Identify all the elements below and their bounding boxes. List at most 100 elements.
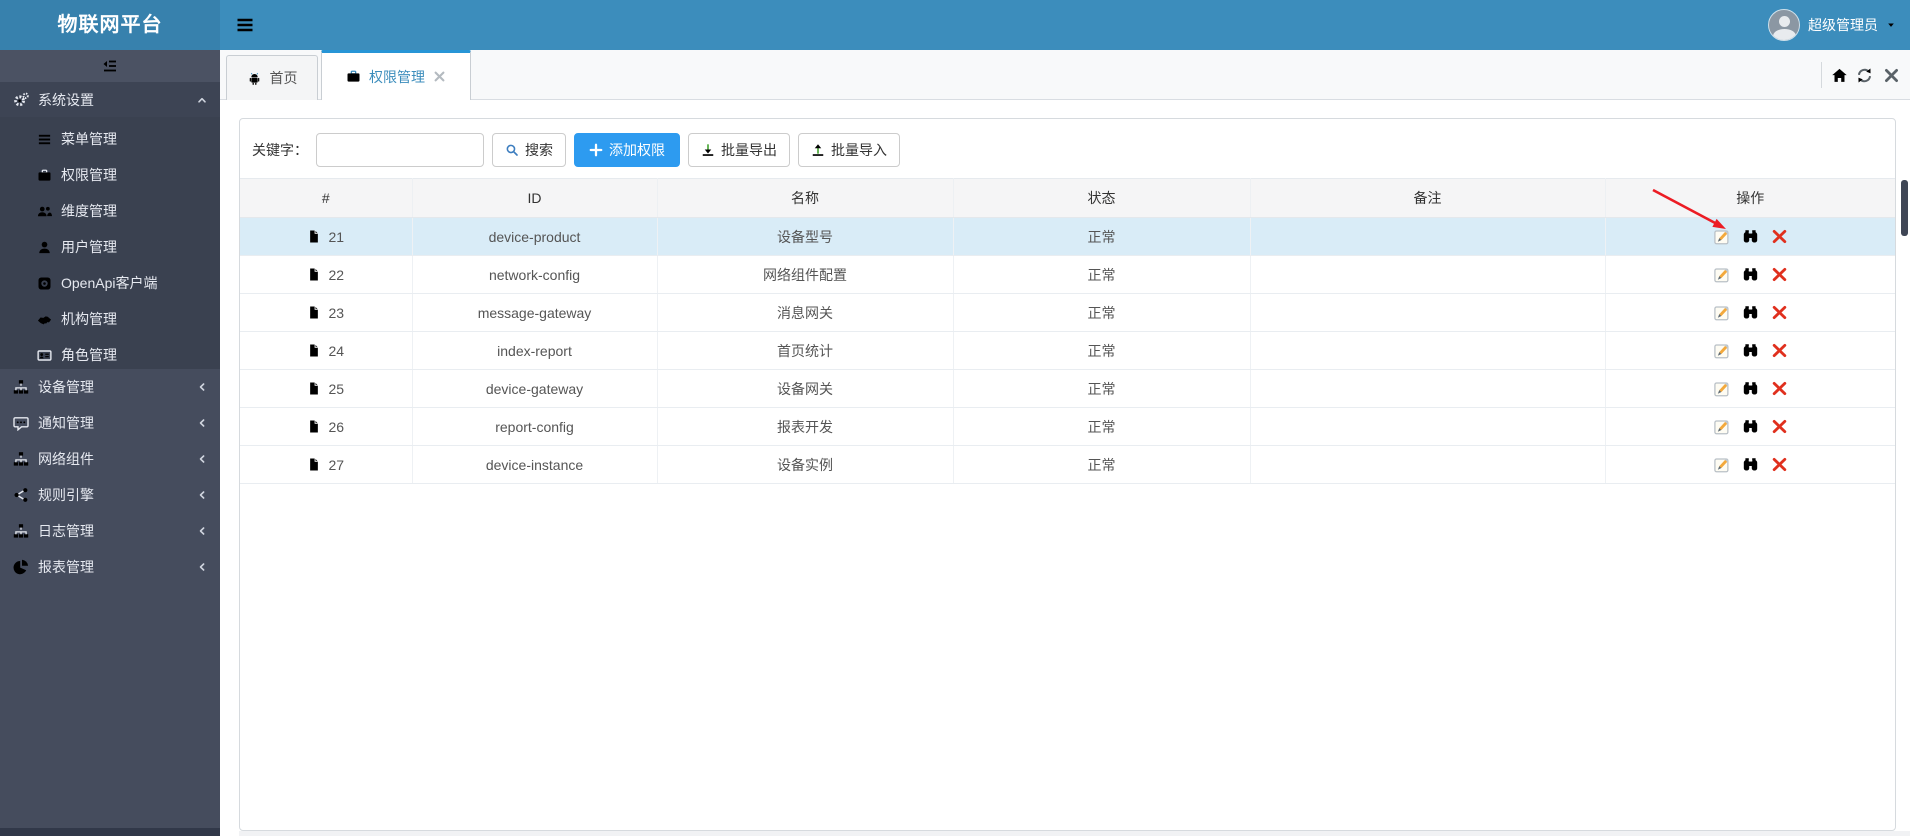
- edit-icon[interactable]: [1713, 418, 1730, 435]
- user-icon: [37, 240, 52, 255]
- list-icon: [37, 132, 52, 147]
- tab-close-icon[interactable]: [433, 70, 446, 83]
- row-id: message-gateway: [412, 293, 658, 332]
- batch-export-button[interactable]: 批量导出: [688, 133, 790, 167]
- row-name: 网络组件配置: [657, 255, 954, 294]
- sidebar-item-org-mgmt[interactable]: 机构管理: [0, 301, 220, 337]
- binoculars-icon[interactable]: [1742, 304, 1759, 321]
- keyword-input[interactable]: [316, 133, 484, 167]
- plus-icon: [589, 143, 603, 157]
- sidebar-item-notify-mgmt[interactable]: 通知管理: [0, 405, 220, 441]
- row-remark: [1250, 255, 1606, 294]
- delete-icon[interactable]: [1771, 380, 1788, 397]
- sidebar-item-menu-mgmt[interactable]: 菜单管理: [0, 121, 220, 157]
- row-num: 25: [328, 380, 345, 397]
- panel-bottom-strip: [239, 831, 1910, 836]
- id-card-icon: [37, 348, 52, 363]
- row-id: index-report: [412, 331, 658, 370]
- angle-left-icon: [196, 417, 208, 429]
- sidebar-item-rule-engine[interactable]: 规则引擎: [0, 477, 220, 513]
- sidebar-item-device-mgmt[interactable]: 设备管理: [0, 369, 220, 405]
- binoculars-icon[interactable]: [1742, 418, 1759, 435]
- binoculars-icon[interactable]: [1742, 380, 1759, 397]
- delete-icon[interactable]: [1771, 342, 1788, 359]
- row-id: device-product: [412, 217, 658, 256]
- edit-icon[interactable]: [1713, 228, 1730, 245]
- sidebar-item-user-mgmt[interactable]: 用户管理: [0, 229, 220, 265]
- table-row[interactable]: 23 message-gateway 消息网关 正常: [240, 293, 1895, 332]
- user-menu[interactable]: 超级管理员: [1768, 0, 1896, 50]
- sidebar-item-permission-mgmt[interactable]: 权限管理: [0, 157, 220, 193]
- sitemap-icon: [13, 523, 29, 539]
- binoculars-icon[interactable]: [1742, 456, 1759, 473]
- row-status: 正常: [953, 407, 1251, 446]
- binoculars-icon[interactable]: [1742, 228, 1759, 245]
- sidebar-item-label: 报表管理: [38, 559, 94, 575]
- col-header-name: 名称: [657, 178, 954, 218]
- users-icon: [37, 204, 52, 219]
- sidebar-item-role-mgmt[interactable]: 角色管理: [0, 337, 220, 373]
- delete-icon[interactable]: [1771, 418, 1788, 435]
- batch-import-button[interactable]: 批量导入: [798, 133, 900, 167]
- table-row[interactable]: 27 device-instance 设备实例 正常: [240, 445, 1895, 484]
- row-remark: [1250, 331, 1606, 370]
- indent-icon: [102, 58, 118, 74]
- row-name: 消息网关: [657, 293, 954, 332]
- edit-icon[interactable]: [1713, 266, 1730, 283]
- table-row[interactable]: 25 device-gateway 设备网关 正常: [240, 369, 1895, 408]
- tab-control-close[interactable]: [1883, 50, 1900, 100]
- sidebar-item-report-mgmt[interactable]: 报表管理: [0, 549, 220, 585]
- download-icon: [701, 143, 715, 157]
- row-id: report-config: [412, 407, 658, 446]
- edit-icon[interactable]: [1713, 380, 1730, 397]
- row-num: 24: [328, 342, 345, 359]
- top-navbar: 超级管理员: [220, 0, 1910, 50]
- row-remark: [1250, 445, 1606, 484]
- binoculars-icon[interactable]: [1742, 342, 1759, 359]
- sidebar-item-label: 日志管理: [38, 523, 94, 539]
- sidebar-collapse-toggle[interactable]: [0, 50, 220, 82]
- edit-icon[interactable]: [1713, 456, 1730, 473]
- search-button[interactable]: 搜索: [492, 133, 566, 167]
- row-id: network-config: [412, 255, 658, 294]
- sidebar-item-dimension-mgmt[interactable]: 维度管理: [0, 193, 220, 229]
- delete-icon[interactable]: [1771, 304, 1788, 321]
- row-name: 首页统计: [657, 331, 954, 370]
- tab-control-home[interactable]: [1831, 50, 1848, 100]
- hamburger-icon[interactable]: [234, 15, 256, 35]
- sidebar-item-network-components[interactable]: 网络组件: [0, 441, 220, 477]
- file-icon: [307, 419, 321, 434]
- permission-table: # ID 名称 状态 备注 操作 21 device-product 设备型号 …: [240, 178, 1895, 484]
- sidebar-item-system-settings[interactable]: 系统设置: [0, 82, 220, 117]
- row-id: device-instance: [412, 445, 658, 484]
- table-row[interactable]: 22 network-config 网络组件配置 正常: [240, 255, 1895, 294]
- edit-icon[interactable]: [1713, 304, 1730, 321]
- table-row[interactable]: 26 report-config 报表开发 正常: [240, 407, 1895, 446]
- tab-permission-mgmt[interactable]: 权限管理: [321, 50, 471, 100]
- col-header-status: 状态: [953, 178, 1251, 218]
- delete-icon[interactable]: [1771, 266, 1788, 283]
- table-row[interactable]: 21 device-product 设备型号 正常: [240, 217, 1895, 256]
- sidebar-item-log-mgmt[interactable]: 日志管理: [0, 513, 220, 549]
- app-logo: 物联网平台: [0, 0, 220, 50]
- row-status: 正常: [953, 255, 1251, 294]
- sidebar-item-label: 权限管理: [61, 167, 117, 183]
- sitemap-icon: [13, 451, 29, 467]
- delete-icon[interactable]: [1771, 456, 1788, 473]
- sidebar-item-openapi-client[interactable]: OpenApi客户端: [0, 265, 220, 301]
- edit-icon[interactable]: [1713, 342, 1730, 359]
- add-permission-button[interactable]: 添加权限: [574, 133, 680, 167]
- android-icon: [247, 71, 262, 86]
- refresh-icon: [1856, 67, 1873, 84]
- briefcase-icon: [37, 168, 52, 183]
- tab-control-refresh[interactable]: [1856, 50, 1873, 100]
- pie-chart-icon: [13, 559, 29, 575]
- binoculars-icon[interactable]: [1742, 266, 1759, 283]
- tab-home[interactable]: 首页: [226, 55, 318, 100]
- table-row[interactable]: 24 index-report 首页统计 正常: [240, 331, 1895, 370]
- delete-icon[interactable]: [1771, 228, 1788, 245]
- sitemap-icon: [13, 379, 29, 395]
- col-header-action: 操作: [1605, 178, 1895, 218]
- scrollbar-thumb[interactable]: [1901, 180, 1908, 236]
- tab-controls-separator: [1821, 62, 1822, 88]
